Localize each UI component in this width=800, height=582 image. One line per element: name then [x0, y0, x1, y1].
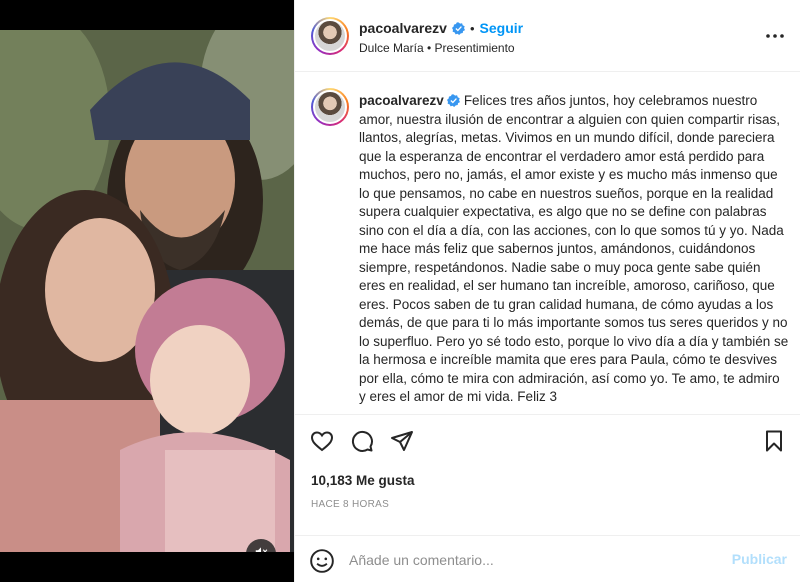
more-options-button[interactable]	[765, 28, 785, 44]
header-separator: •	[469, 20, 475, 36]
author-username[interactable]: pacoalvarezv	[359, 20, 447, 36]
emoji-button[interactable]	[309, 548, 335, 574]
post-actions-area: 10,183 Me gusta HACE 8 HORAS Publicar	[295, 414, 800, 582]
instagram-post-modal: pacoalvarezv • Seguir Dulce María • Pres…	[0, 0, 800, 582]
bookmark-icon	[762, 429, 786, 458]
add-comment-row: Publicar	[295, 535, 800, 582]
send-icon	[390, 429, 414, 458]
publish-button[interactable]: Publicar	[732, 551, 787, 567]
caption-author-avatar[interactable]	[311, 88, 349, 126]
caption-username[interactable]: pacoalvarezv	[359, 93, 444, 108]
post-details-panel: pacoalvarezv • Seguir Dulce María • Pres…	[294, 0, 800, 582]
caption-text: Felices tres años juntos, hoy celebramos…	[359, 93, 789, 404]
post-caption: pacoalvarezv Felices tres años juntos, ho…	[359, 92, 789, 407]
post-media	[0, 0, 294, 582]
comment-button[interactable]	[349, 430, 375, 456]
more-horizontal-icon	[765, 31, 785, 48]
comment-icon	[350, 429, 374, 458]
speaker-muted-icon	[254, 545, 268, 552]
heart-icon	[310, 429, 334, 458]
post-timestamp[interactable]: HACE 8 HORAS	[311, 499, 389, 510]
emoji-icon	[309, 549, 335, 578]
verified-badge-icon	[451, 21, 465, 35]
header-user-row: pacoalvarezv • Seguir	[359, 20, 523, 36]
likes-count[interactable]: 10,183 Me gusta	[311, 473, 415, 488]
share-button[interactable]	[389, 430, 415, 456]
post-header: pacoalvarezv • Seguir Dulce María • Pres…	[295, 0, 800, 72]
caption-section: pacoalvarezv Felices tres años juntos, ho…	[295, 72, 800, 414]
post-photo[interactable]	[0, 30, 294, 552]
verified-badge-icon	[446, 94, 460, 107]
author-avatar[interactable]	[311, 17, 349, 55]
photo-illustration	[0, 30, 294, 552]
like-button[interactable]	[309, 430, 335, 456]
audio-track-link[interactable]: Dulce María • Presentimiento	[359, 41, 515, 55]
comment-input[interactable]	[349, 547, 719, 573]
follow-button[interactable]: Seguir	[480, 20, 524, 36]
save-button[interactable]	[761, 430, 787, 456]
